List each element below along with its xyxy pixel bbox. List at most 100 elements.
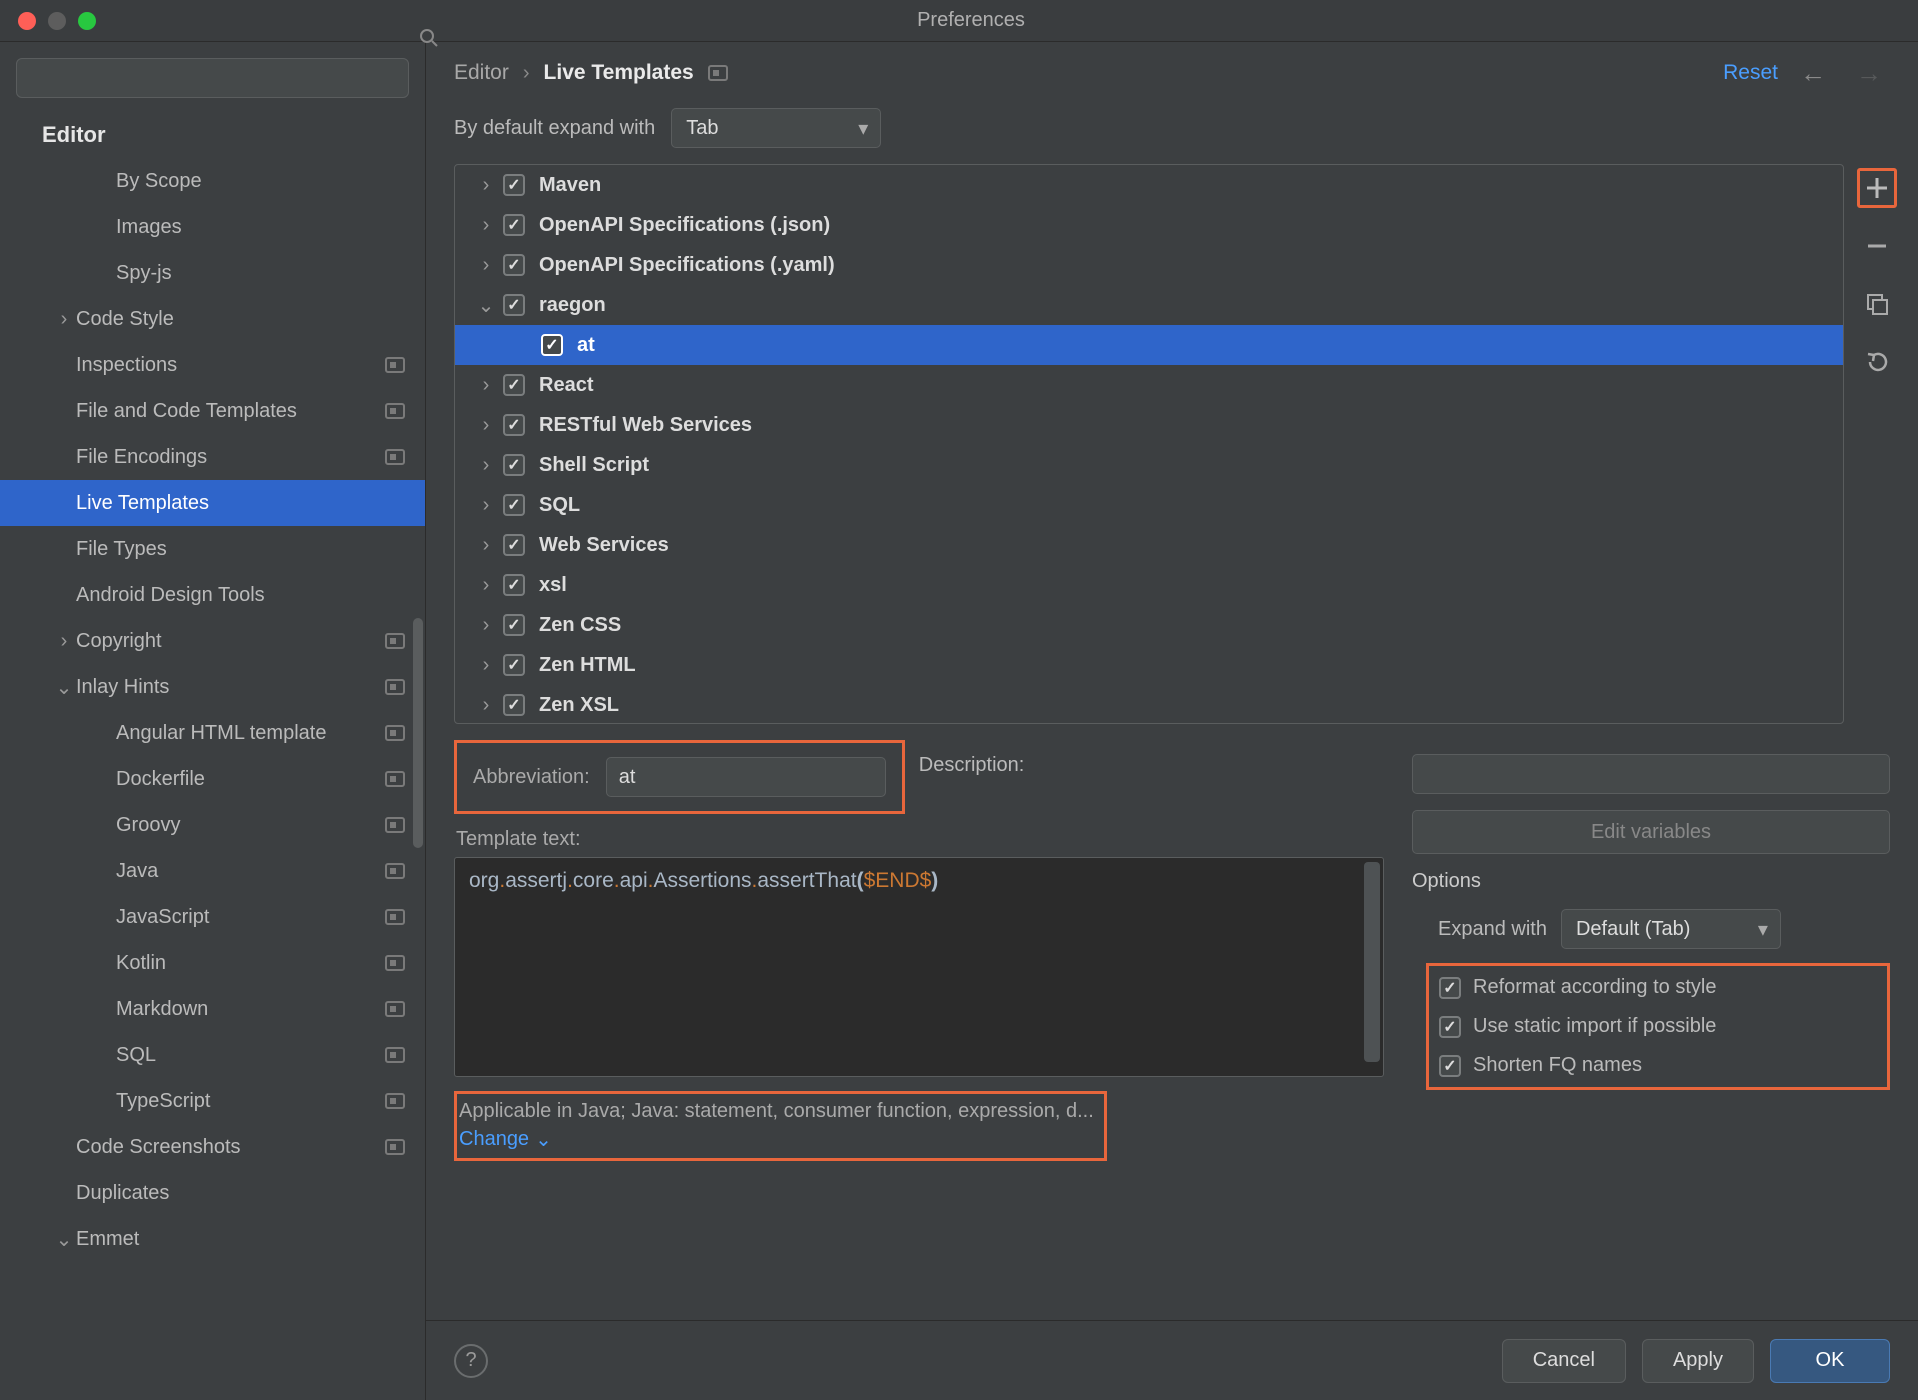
- template-name: SQL: [539, 494, 580, 517]
- template-row[interactable]: ›React: [455, 365, 1843, 405]
- edit-variables-button[interactable]: Edit variables: [1412, 810, 1890, 854]
- abbreviation-input[interactable]: [606, 757, 886, 797]
- sidebar-item[interactable]: Duplicates: [0, 1170, 425, 1216]
- sidebar-item-label: Inlay Hints: [76, 676, 377, 699]
- sidebar-item[interactable]: Spy-js: [0, 250, 425, 296]
- checkbox-icon[interactable]: [503, 214, 525, 236]
- sidebar-item[interactable]: By Scope: [0, 158, 425, 204]
- sidebar-item[interactable]: TypeScript: [0, 1078, 425, 1124]
- sidebar-item[interactable]: JavaScript: [0, 894, 425, 940]
- templates-scrollbar[interactable]: [1830, 465, 1840, 695]
- options-expand-label: Expand with: [1438, 918, 1547, 941]
- options-expand-select[interactable]: Default (Tab) ▾: [1561, 909, 1781, 949]
- checkbox-icon[interactable]: [503, 534, 525, 556]
- project-scope-icon: [385, 403, 405, 419]
- sidebar-item[interactable]: Code Screenshots: [0, 1124, 425, 1170]
- sidebar-item[interactable]: ›Code Style: [0, 296, 425, 342]
- duplicate-template-button[interactable]: [1857, 284, 1897, 324]
- sidebar-item[interactable]: File Types: [0, 526, 425, 572]
- sidebar-item[interactable]: Live Templates: [0, 480, 425, 526]
- sidebar-item[interactable]: ⌄Emmet: [0, 1216, 425, 1262]
- sidebar-item[interactable]: ›Copyright: [0, 618, 425, 664]
- add-template-button[interactable]: [1857, 168, 1897, 208]
- window-close-button[interactable]: [18, 12, 36, 30]
- reset-link[interactable]: Reset: [1723, 61, 1778, 85]
- apply-button[interactable]: Apply: [1642, 1339, 1754, 1383]
- template-text-editor[interactable]: org.assertj.core.api.Assertions.assertTh…: [454, 857, 1384, 1077]
- chevron-icon: ›: [475, 494, 497, 517]
- default-expand-select[interactable]: Tab ▾: [671, 108, 881, 148]
- sidebar-item[interactable]: Groovy: [0, 802, 425, 848]
- sidebar-item[interactable]: Java: [0, 848, 425, 894]
- chevron-icon: ›: [475, 454, 497, 477]
- sidebar-item[interactable]: File Encodings: [0, 434, 425, 480]
- template-name: xsl: [539, 574, 567, 597]
- checkbox-icon[interactable]: [503, 494, 525, 516]
- sidebar-item[interactable]: Dockerfile: [0, 756, 425, 802]
- cancel-button[interactable]: Cancel: [1502, 1339, 1626, 1383]
- sidebar-item[interactable]: Android Design Tools: [0, 572, 425, 618]
- sidebar-item-label: File and Code Templates: [76, 400, 377, 423]
- checkbox-icon[interactable]: [503, 574, 525, 596]
- template-row[interactable]: ›Web Services: [455, 525, 1843, 565]
- checkbox-icon[interactable]: [503, 374, 525, 396]
- checkbox-icon[interactable]: [503, 614, 525, 636]
- template-row[interactable]: ›Zen CSS: [455, 605, 1843, 645]
- help-button[interactable]: ?: [454, 1344, 488, 1378]
- sidebar-item[interactable]: Images: [0, 204, 425, 250]
- sidebar-item[interactable]: Kotlin: [0, 940, 425, 986]
- template-row[interactable]: ›Shell Script: [455, 445, 1843, 485]
- option-reformat[interactable]: Reformat according to style: [1439, 976, 1871, 999]
- sidebar-item-label: Code Screenshots: [76, 1136, 377, 1159]
- sidebar-item[interactable]: Inspections: [0, 342, 425, 388]
- checkbox-icon[interactable]: [503, 294, 525, 316]
- templates-tree[interactable]: ›Maven›OpenAPI Specifications (.json)›Op…: [454, 164, 1844, 724]
- search-input[interactable]: [16, 58, 409, 98]
- chevron-icon: ›: [475, 254, 497, 277]
- sidebar-item[interactable]: SQL: [0, 1032, 425, 1078]
- ok-button[interactable]: OK: [1770, 1339, 1890, 1383]
- template-row[interactable]: at: [455, 325, 1843, 365]
- template-row[interactable]: › SQL: [455, 485, 1843, 525]
- template-row[interactable]: ›xsl: [455, 565, 1843, 605]
- checkbox-icon[interactable]: [503, 254, 525, 276]
- nav-forward-button[interactable]: →: [1848, 58, 1890, 89]
- checkbox-icon[interactable]: [503, 654, 525, 676]
- checkbox-icon[interactable]: [541, 334, 563, 356]
- revert-template-button[interactable]: [1857, 342, 1897, 382]
- template-row[interactable]: ›Zen HTML: [455, 645, 1843, 685]
- option-shorten-fq[interactable]: Shorten FQ names: [1439, 1054, 1871, 1077]
- project-scope-icon: [385, 863, 405, 879]
- remove-template-button[interactable]: [1857, 226, 1897, 266]
- checkbox-icon[interactable]: [503, 414, 525, 436]
- project-scope-icon: [385, 357, 405, 373]
- sidebar-item[interactable]: Angular HTML template: [0, 710, 425, 756]
- sidebar-item[interactable]: File and Code Templates: [0, 388, 425, 434]
- template-row[interactable]: ›OpenAPI Specifications (.json): [455, 205, 1843, 245]
- window-maximize-button[interactable]: [78, 12, 96, 30]
- template-row[interactable]: ›Zen XSL: [455, 685, 1843, 724]
- checkbox-icon[interactable]: [503, 454, 525, 476]
- option-static-import[interactable]: Use static import if possible: [1439, 1015, 1871, 1038]
- template-row[interactable]: ›Maven: [455, 165, 1843, 205]
- window-minimize-button[interactable]: [48, 12, 66, 30]
- checkbox-icon[interactable]: [503, 694, 525, 716]
- chevron-down-icon: ⌄: [535, 1127, 552, 1152]
- sidebar-scrollbar[interactable]: [413, 618, 423, 848]
- nav-back-button[interactable]: ←: [1792, 58, 1834, 89]
- sidebar: Editor By ScopeImagesSpy-js›Code StyleIn…: [0, 42, 426, 1400]
- template-name: raegon: [539, 294, 606, 317]
- project-scope-icon: [385, 449, 405, 465]
- sidebar-tree: By ScopeImagesSpy-js›Code StyleInspectio…: [0, 158, 425, 1400]
- checkbox-icon[interactable]: [503, 174, 525, 196]
- description-input[interactable]: [1412, 754, 1890, 794]
- template-row[interactable]: ⌄raegon: [455, 285, 1843, 325]
- chevron-icon: ⌄: [52, 675, 76, 700]
- sidebar-item[interactable]: ⌄Inlay Hints: [0, 664, 425, 710]
- template-row[interactable]: ›RESTful Web Services: [455, 405, 1843, 445]
- sidebar-item[interactable]: Markdown: [0, 986, 425, 1032]
- chevron-icon: ›: [475, 174, 497, 197]
- template-row[interactable]: ›OpenAPI Specifications (.yaml): [455, 245, 1843, 285]
- change-context-link[interactable]: Change ⌄: [459, 1127, 552, 1152]
- code-scrollbar[interactable]: [1364, 862, 1380, 1062]
